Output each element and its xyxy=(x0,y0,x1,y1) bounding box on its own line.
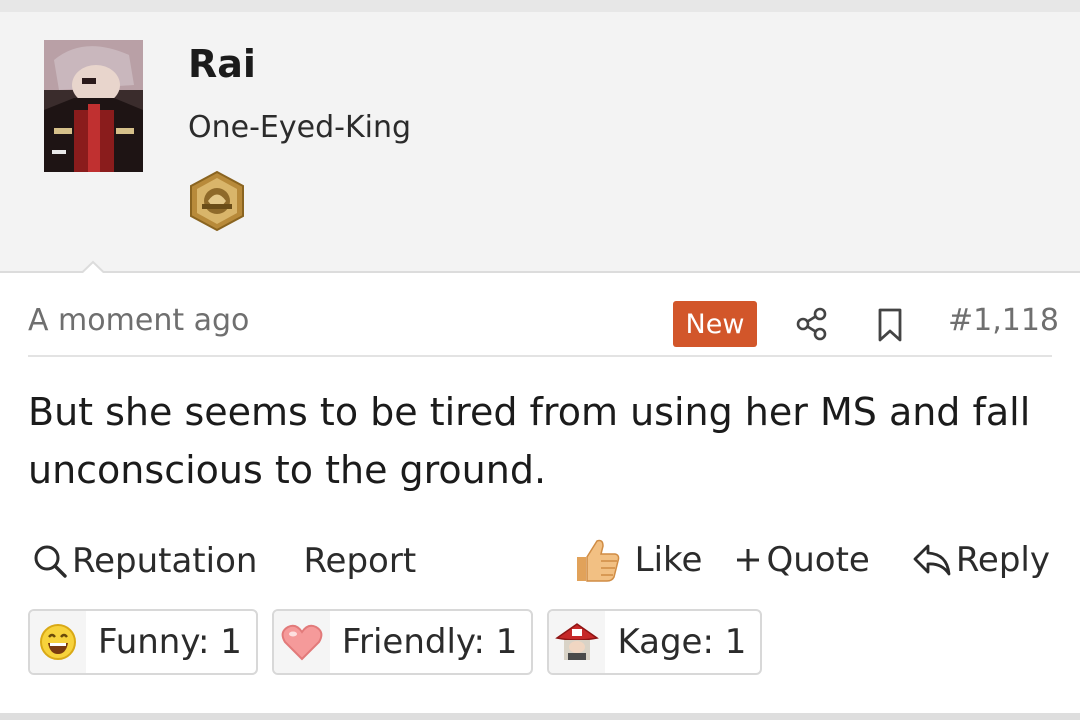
share-icon[interactable] xyxy=(796,307,828,341)
search-icon xyxy=(34,545,67,578)
heart-icon xyxy=(281,624,323,661)
reaction-kage[interactable]: Kage: 1 xyxy=(547,609,763,675)
reaction-kage-label: Kage: 1 xyxy=(617,622,747,662)
actions-right: Like Quote Reply xyxy=(573,537,1050,583)
bookmark-icon[interactable] xyxy=(876,307,904,343)
reactions-bar: Funny: 1 Friendly: 1 Kage: 1 xyxy=(28,609,776,675)
report-button[interactable]: Report xyxy=(303,541,416,581)
user-title: One-Eyed-King xyxy=(188,110,412,145)
post-message: But she seems to be tired from using her… xyxy=(28,390,1031,492)
kage-hat-icon xyxy=(555,623,600,660)
reaction-friendly[interactable]: Friendly: 1 xyxy=(271,609,534,675)
username[interactable]: Rai xyxy=(188,42,256,86)
actions-left: Reputation Report xyxy=(32,541,416,581)
reaction-friendly-label: Friendly: 1 xyxy=(341,622,518,662)
report-label: Report xyxy=(303,541,417,581)
post-body: A moment ago New #1,118 But she seems to… xyxy=(0,273,1080,713)
reply-label: Reply xyxy=(955,540,1050,580)
post-number[interactable]: #1,118 xyxy=(948,303,1059,338)
thumbs-up-icon xyxy=(576,539,619,582)
post-time[interactable]: A moment ago xyxy=(28,303,249,338)
reaction-funny[interactable]: Funny: 1 xyxy=(28,609,258,675)
reputation-button[interactable]: Reputation xyxy=(32,541,257,581)
bottom-strip xyxy=(0,713,1080,720)
reaction-funny-label: Funny: 1 xyxy=(98,622,242,662)
post-author-header: Rai One-Eyed-King xyxy=(0,12,1080,286)
reputation-label: Reputation xyxy=(72,541,258,581)
top-strip xyxy=(0,0,1080,12)
quote-button[interactable]: Quote xyxy=(734,540,870,580)
reply-button[interactable]: Reply xyxy=(912,540,1050,580)
like-label: Like xyxy=(634,540,703,580)
reply-arrow-icon xyxy=(913,544,951,576)
funny-face-icon xyxy=(40,624,76,660)
trophy-badge-icon[interactable] xyxy=(188,170,246,232)
quote-label: Quote xyxy=(766,540,870,580)
new-badge: New xyxy=(673,301,757,347)
plus-icon xyxy=(737,549,760,571)
avatar[interactable] xyxy=(44,40,143,172)
like-button[interactable]: Like xyxy=(573,537,703,583)
meta-divider xyxy=(28,355,1052,357)
